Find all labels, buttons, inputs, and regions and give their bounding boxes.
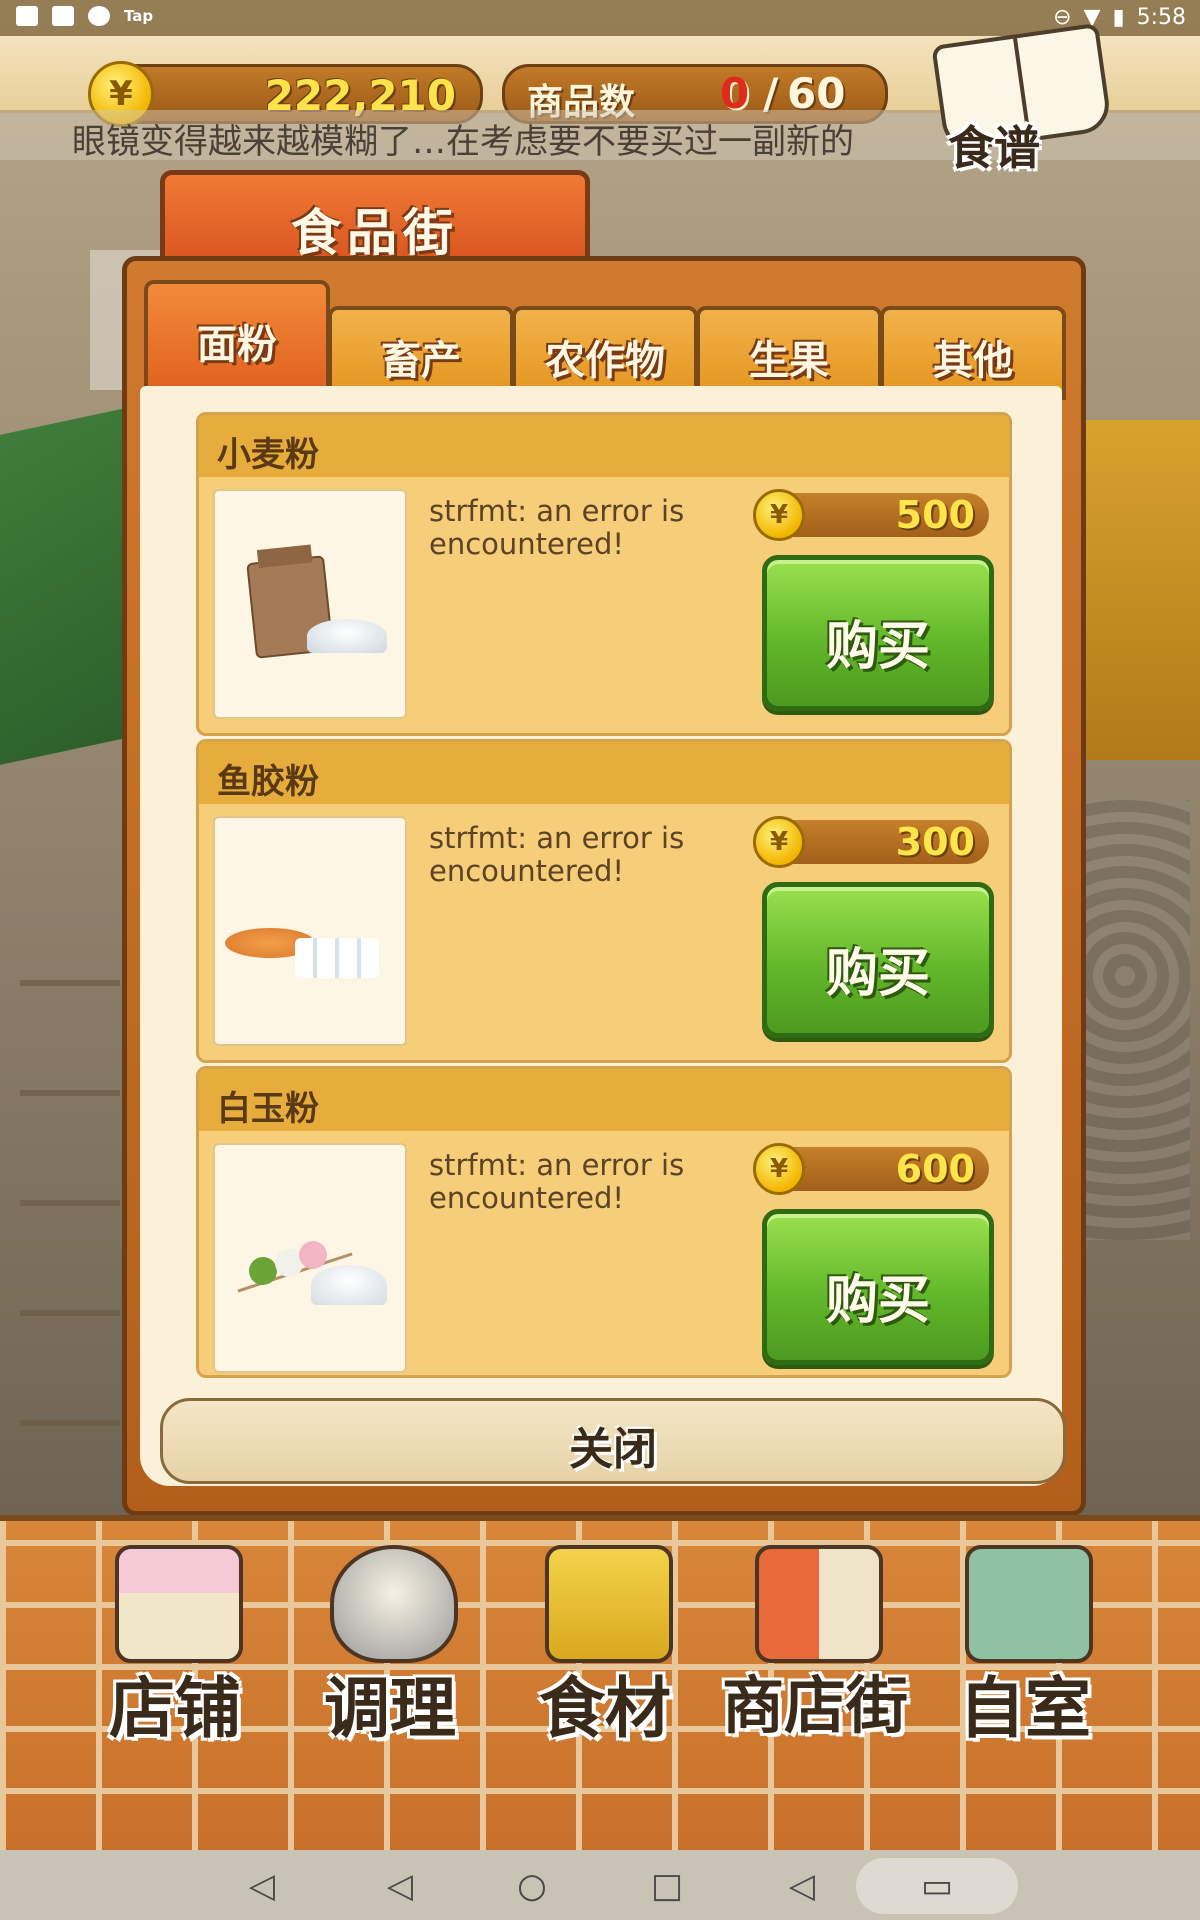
mail-icon — [52, 6, 74, 26]
system-nav-bar: ◁ ◁ ○ □ ◁ ▭ — [0, 1850, 1200, 1920]
dango-pink-icon — [299, 1241, 327, 1269]
store-title: 食品街 — [291, 204, 459, 262]
item-card: 鱼胶粉 strfmt: an error is encountered! ¥ 3… — [196, 739, 1012, 1063]
gelatin-cubes-icon — [295, 938, 379, 978]
item-card: 小麦粉 strfmt: an error is encountered! ¥ 5… — [196, 412, 1012, 736]
yen-coin-icon: ¥ — [753, 816, 805, 868]
nav-label: 自室 — [959, 1670, 1091, 1747]
buy-label: 购买 — [825, 1271, 930, 1331]
clock: 5:58 — [1136, 5, 1186, 30]
item-description: strfmt: an error is encountered! — [429, 821, 685, 888]
buy-label: 购买 — [825, 617, 930, 677]
recipe-button[interactable]: 食谱 — [928, 22, 1113, 184]
item-header: 白玉粉 — [199, 1069, 1009, 1131]
close-button[interactable]: 关闭 — [160, 1398, 1066, 1484]
recents-icon[interactable]: □ — [645, 1864, 689, 1908]
flour-pile-icon — [307, 619, 387, 653]
qq-icon — [88, 6, 110, 26]
tab-label: 农作物 — [545, 338, 665, 384]
rice-flour-pile-icon — [311, 1265, 387, 1305]
recipe-label: 食谱 — [948, 121, 1040, 175]
buy-button[interactable]: 购买 — [762, 555, 994, 711]
item-name: 鱼胶粉 — [217, 762, 319, 802]
nav-shopping-street[interactable]: 商店街 — [710, 1545, 920, 1745]
price-value: 600 — [895, 1147, 975, 1191]
nav-staff-room[interactable]: 自室 — [925, 1545, 1125, 1747]
ticker-text: 眼镜变得越来越模糊了…在考虑要不要买过一副新的 — [72, 122, 854, 162]
price-tag: ¥ 500 — [753, 489, 989, 541]
nav-shop[interactable]: 店铺 — [75, 1545, 275, 1747]
nav-label: 商店街 — [721, 1669, 908, 1742]
wheat-flour-image — [213, 489, 407, 719]
green-awning — [0, 405, 140, 765]
yen-coin-icon: ¥ — [753, 489, 805, 541]
buy-label: 购买 — [825, 944, 930, 1004]
item-name: 小麦粉 — [217, 435, 319, 475]
staff-room-icon — [965, 1545, 1093, 1663]
price-tag: ¥ 600 — [753, 1143, 989, 1195]
item-header: 小麦粉 — [199, 415, 1009, 477]
item-description: strfmt: an error is encountered! — [429, 494, 685, 561]
gelatin-powder-image — [213, 816, 407, 1046]
tab-flour[interactable]: 面粉 — [144, 280, 330, 400]
price-value: 500 — [895, 493, 975, 537]
gallery-icon — [16, 6, 38, 26]
tab-label: 生果 — [749, 338, 829, 384]
nav-label: 食材 — [539, 1670, 671, 1747]
volume-up-icon[interactable]: ◁ — [780, 1864, 824, 1908]
mixing-bowl-icon — [330, 1545, 458, 1663]
nav-label: 店铺 — [109, 1670, 241, 1747]
buy-button[interactable]: 购买 — [762, 1209, 994, 1365]
yen-coin-icon: ¥ — [753, 1143, 805, 1195]
price-value: 300 — [895, 820, 975, 864]
nav-cooking[interactable]: 调理 — [290, 1545, 490, 1747]
item-name: 白玉粉 — [217, 1089, 319, 1129]
cake-icon — [115, 1545, 243, 1663]
tap-app-label: Tap — [124, 7, 154, 25]
rice-flour-image — [213, 1143, 407, 1373]
camera-icon[interactable]: ▭ — [915, 1864, 959, 1908]
dango-green-icon — [249, 1257, 277, 1285]
tab-label: 其他 — [933, 338, 1013, 384]
nav-ingredients[interactable]: 食材 — [505, 1545, 705, 1747]
item-card: 白玉粉 strfmt: an error is encountered! ¥ 6… — [196, 1066, 1012, 1378]
close-label: 关闭 — [569, 1424, 657, 1475]
shop-street-icon — [755, 1545, 883, 1663]
ingredient-bag-icon — [545, 1545, 673, 1663]
price-tag: ¥ 300 — [753, 816, 989, 868]
item-header: 鱼胶粉 — [199, 742, 1009, 804]
home-icon[interactable]: ○ — [510, 1864, 554, 1908]
buy-button[interactable]: 购买 — [762, 882, 994, 1038]
back-icon[interactable]: ◁ — [378, 1864, 422, 1908]
nav-label: 调理 — [324, 1670, 456, 1747]
tab-label: 面粉 — [197, 322, 277, 368]
left-shelf — [20, 980, 120, 1480]
tab-label: 畜产 — [381, 338, 461, 384]
battery-icon: ▮ — [1112, 5, 1125, 30]
volume-down-icon[interactable]: ◁ — [240, 1864, 284, 1908]
item-description: strfmt: an error is encountered! — [429, 1148, 685, 1215]
